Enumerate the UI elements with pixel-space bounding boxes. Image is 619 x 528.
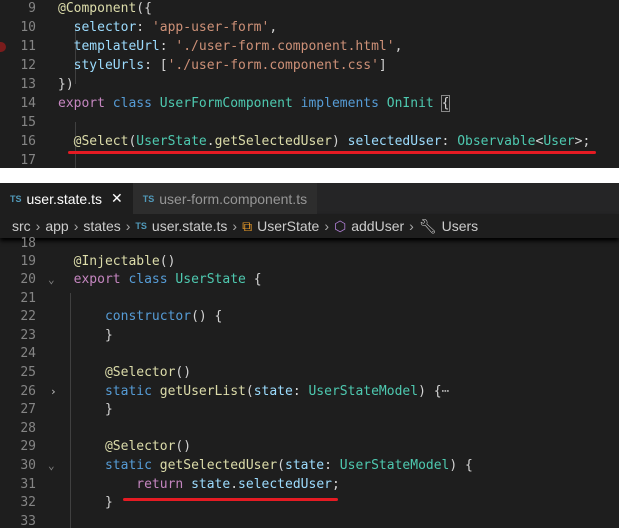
code-line: 9 @Component({: [0, 0, 619, 18]
line-number: 28: [20, 421, 36, 436]
fold-chevron-right-icon[interactable]: ›: [50, 382, 57, 401]
code-line: 23 }: [0, 326, 619, 345]
line-number: 19: [20, 254, 36, 269]
tab-user-state[interactable]: TS user.state.ts ✕: [0, 183, 133, 214]
line-number: 17: [20, 153, 36, 168]
code-line: 21: [0, 289, 619, 308]
code-line: 15: [0, 113, 619, 132]
line-number: 16: [20, 134, 36, 149]
code-line: 22 constructor() {: [0, 307, 619, 326]
code-line: 28: [0, 419, 619, 438]
line-number: 31: [20, 477, 36, 492]
line-number: 27: [20, 402, 36, 417]
line-number: 12: [20, 58, 36, 73]
line-number: 29: [20, 439, 36, 454]
top-editor: 9 @Component({ 10 selector: 'app-user-for…: [0, 0, 619, 168]
line-number: 13: [20, 77, 36, 92]
line-number: 21: [20, 291, 36, 306]
line-number: 18: [20, 236, 36, 251]
code-line: 31 return state.selectedUser;: [0, 475, 619, 494]
tab-user-form-component[interactable]: TS user-form.component.ts: [132, 183, 318, 214]
typescript-icon: TS: [135, 221, 147, 231]
line-number: 22: [20, 309, 36, 324]
line-number: 9: [28, 1, 36, 16]
code-line: 32 }: [0, 493, 619, 512]
line-number: 24: [20, 346, 36, 361]
bottom-editor: TS user.state.ts ✕ TS user-form.component.t…: [0, 183, 619, 528]
class-icon: ⧉: [242, 217, 253, 234]
line-number: 20: [20, 272, 36, 287]
line-number: 15: [20, 115, 36, 130]
typescript-icon: TS: [10, 193, 22, 204]
line-number: 10: [20, 20, 36, 35]
line-number: 23: [20, 328, 36, 343]
code-line: 26 static getUserList(state: UserStateMo…: [0, 382, 619, 401]
line-number: 33: [20, 514, 36, 528]
code-line: 12 styleUrls: ['./user-form.component.cs…: [0, 56, 619, 75]
code-line: 29 @Selector(): [0, 437, 619, 456]
fold-chevron-down-icon[interactable]: ⌄: [48, 456, 55, 475]
typescript-icon: TS: [142, 193, 155, 204]
code-line: 30 static getSelectedUser(state: UserSta…: [0, 456, 619, 475]
line-number: 26: [20, 384, 36, 399]
code-line: 20 export class UserState {⌄: [0, 270, 619, 289]
line-number: 11: [20, 39, 36, 54]
line-number: 25: [20, 365, 36, 380]
close-icon[interactable]: ✕: [111, 190, 123, 207]
wrench-icon: 🔧︎: [418, 217, 437, 234]
code-line: 18: [0, 234, 619, 253]
line-number: 32: [20, 495, 36, 510]
fold-chevron-down-icon[interactable]: ⌄: [48, 270, 55, 289]
code-line: 24: [0, 344, 619, 363]
code-line: 11 templateUrl: './user-form.component.h…: [0, 37, 619, 56]
red-underline: [68, 151, 596, 154]
code-line: 14 export class UserFormComponent impleme…: [0, 94, 619, 113]
tab-bar: TS user.state.ts ✕ TS user-form.component.t…: [0, 183, 619, 214]
code-line: 10 selector: 'app-user-form',: [0, 18, 619, 37]
method-icon: ⬡: [334, 217, 347, 234]
code-line: 16 @Select(UserState.getSelectedUser) se…: [0, 132, 619, 151]
code-line: 33: [0, 512, 619, 528]
code-line: 27 }: [0, 400, 619, 419]
line-number: 14: [20, 96, 36, 111]
code-line: 13}): [0, 75, 619, 94]
code-line: 25 @Selector(): [0, 363, 619, 382]
line-number: 30: [20, 458, 36, 473]
code-line: 19 @Injectable(): [0, 252, 619, 271]
red-underline: [123, 498, 338, 501]
